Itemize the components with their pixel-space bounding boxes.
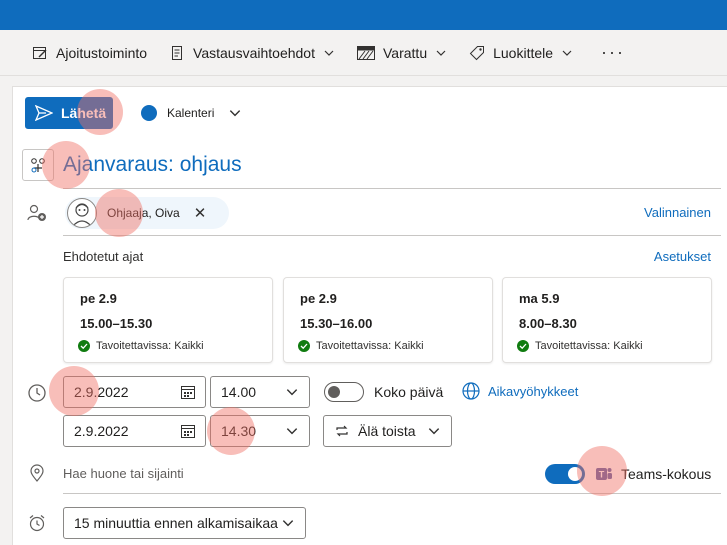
attendee-name: Ohjaaja, Oiva xyxy=(107,206,180,220)
add-attendee-icon xyxy=(27,204,46,221)
app-header-bar xyxy=(0,0,727,30)
calendar-selector[interactable]: Kalenteri xyxy=(141,105,242,121)
all-day-switch[interactable] xyxy=(324,382,364,402)
slot-availability: Tavoitettavissa: Kaikki xyxy=(517,340,643,352)
alarm-clock-icon xyxy=(29,515,45,532)
check-circle-icon xyxy=(298,340,310,352)
teams-label: Teams-kokous xyxy=(621,466,712,482)
time-zones-button[interactable]: Aikavyöhykkeet xyxy=(462,382,578,400)
availability-text: Tavoitettavissa: Kaikki xyxy=(535,340,643,352)
calendar-icon[interactable] xyxy=(181,424,195,438)
all-day-label: Koko päivä xyxy=(374,384,444,400)
busy-status-label: Varattu xyxy=(383,44,428,61)
check-circle-icon xyxy=(517,340,529,352)
availability-text: Tavoitettavissa: Kaikki xyxy=(96,340,204,352)
chevron-down-icon xyxy=(324,50,334,56)
busy-status-icon xyxy=(357,45,375,60)
chevron-down-icon xyxy=(562,50,572,56)
avatar xyxy=(67,198,97,228)
send-icon xyxy=(35,105,53,121)
location-input[interactable]: Hae huone tai sijainti xyxy=(63,466,184,481)
all-day-toggle[interactable]: Koko päivä xyxy=(324,382,443,402)
repeat-icon xyxy=(336,425,348,437)
availability-text: Tavoitettavissa: Kaikki xyxy=(316,340,424,352)
scheduling-assistant-icon xyxy=(31,158,45,173)
suggested-slot[interactable]: pe 2.9 15.00–15.30 Tavoitettavissa: Kaik… xyxy=(63,277,273,363)
send-label: Lähetä xyxy=(61,105,107,121)
location-underline xyxy=(63,493,721,494)
chevron-down-icon xyxy=(428,428,440,435)
teams-icon: T xyxy=(596,468,612,480)
ribbon-toolbar: Ajoitustoiminto Vastausvaihtoehdot Varat… xyxy=(0,30,727,76)
suggested-slot[interactable]: ma 5.9 8.00–8.30 Tavoitettavissa: Kaikki xyxy=(502,277,712,363)
teams-switch[interactable] xyxy=(545,464,585,484)
start-time-field[interactable]: 14.00 xyxy=(210,376,310,408)
repeat-value: Älä toista xyxy=(358,423,416,439)
clock-icon xyxy=(28,384,46,402)
repeat-dropdown[interactable]: Älä toista xyxy=(323,415,452,447)
response-options-icon xyxy=(172,45,183,60)
chevron-down-icon xyxy=(286,428,298,435)
scheduling-label: Ajoitustoiminto xyxy=(56,44,148,61)
categorize-button[interactable]: Luokittele xyxy=(469,45,573,61)
slot-day: pe 2.9 xyxy=(80,291,117,306)
title-underline xyxy=(63,188,721,189)
start-date-value: 2.9.2022 xyxy=(74,384,129,400)
slot-time: 15.30–16.00 xyxy=(300,316,373,331)
slot-time: 8.00–8.30 xyxy=(519,316,577,331)
categorize-label: Luokittele xyxy=(493,44,554,61)
attendee-underline xyxy=(63,235,721,236)
scheduling-icon xyxy=(33,46,47,59)
slot-day: pe 2.9 xyxy=(300,291,337,306)
chevron-down-icon xyxy=(282,520,294,527)
end-date-field[interactable]: 2.9.2022 xyxy=(63,415,206,447)
end-date-value: 2.9.2022 xyxy=(74,423,129,439)
chevron-down-icon xyxy=(436,50,446,56)
slot-time: 15.00–15.30 xyxy=(80,316,153,331)
suggested-slot[interactable]: pe 2.9 15.30–16.00 Tavoitettavissa: Kaik… xyxy=(283,277,493,363)
busy-status-button[interactable]: Varattu xyxy=(357,45,447,61)
more-options-icon[interactable]: ··· xyxy=(601,42,625,63)
response-options-label: Vastausvaihtoehdot xyxy=(193,44,315,61)
end-time-field[interactable]: 14.30 xyxy=(210,415,310,447)
event-compose-card: Lähetä Kalenteri Ajanvaraus: ohjaus Ohja… xyxy=(12,86,727,545)
check-circle-icon xyxy=(78,340,90,352)
tag-icon xyxy=(469,45,485,60)
chevron-down-icon xyxy=(230,110,241,117)
reminder-dropdown[interactable]: 15 minuuttia ennen alkamisaikaa xyxy=(63,507,306,539)
calendar-color-dot xyxy=(141,105,157,121)
scheduling-assistant-button[interactable] xyxy=(22,149,54,181)
send-button[interactable]: Lähetä xyxy=(25,97,113,129)
scheduling-button[interactable]: Ajoitustoiminto xyxy=(32,45,147,61)
svg-text:T: T xyxy=(599,470,605,480)
slot-day: ma 5.9 xyxy=(519,291,560,306)
settings-link[interactable]: Asetukset xyxy=(654,249,711,264)
calendar-label: Kalenteri xyxy=(167,106,215,120)
response-options-button[interactable]: Vastausvaihtoehdot xyxy=(169,45,335,61)
close-icon[interactable]: ✕ xyxy=(194,204,207,222)
attendee-chip[interactable]: Ohjaaja, Oiva ✕ xyxy=(65,197,229,229)
globe-icon xyxy=(462,382,480,400)
calendar-icon[interactable] xyxy=(181,385,195,399)
reminder-value: 15 minuuttia ennen alkamisaikaa xyxy=(74,515,278,531)
chevron-down-icon xyxy=(286,389,298,396)
start-time-value: 14.00 xyxy=(221,384,257,400)
teams-meeting-toggle[interactable]: T Teams-kokous xyxy=(545,464,711,484)
event-title[interactable]: Ajanvaraus: ohjaus xyxy=(63,153,242,177)
time-zones-label: Aikavyöhykkeet xyxy=(488,383,579,399)
slot-availability: Tavoitettavissa: Kaikki xyxy=(78,340,204,352)
optional-attendees-link[interactable]: Valinnainen xyxy=(644,205,711,220)
suggested-times-heading: Ehdotetut ajat xyxy=(63,249,144,264)
end-time-value: 14.30 xyxy=(221,423,257,439)
start-date-field[interactable]: 2.9.2022 xyxy=(63,376,206,408)
location-icon xyxy=(30,464,44,482)
slot-availability: Tavoitettavissa: Kaikki xyxy=(298,340,424,352)
